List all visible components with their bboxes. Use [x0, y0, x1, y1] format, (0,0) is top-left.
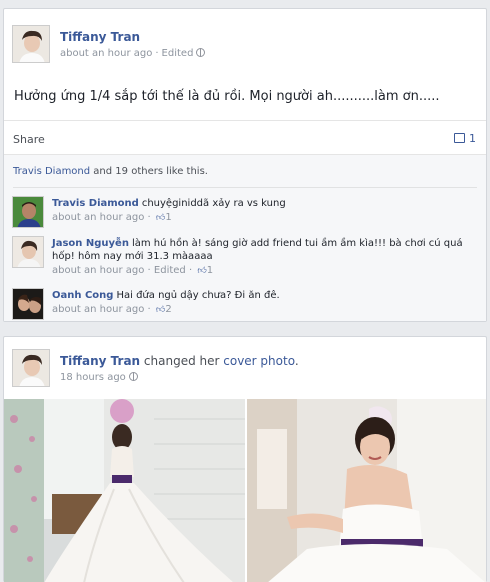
comment-body: Jason Nguyễn làm hú hồn à! sáng giờ add f… [52, 237, 478, 278]
thumbs-up-icon[interactable]: 👍︎ [197, 265, 206, 278]
activity-line: Tiffany Tran changed her cover photo. [60, 354, 299, 368]
comment-icon [454, 133, 465, 143]
comment-count-value: 1 [469, 132, 476, 145]
comment-body: Travis Diamond chuyệginiddã xảy ra vs kun… [52, 197, 478, 225]
edited-label[interactable]: Edited [162, 48, 194, 59]
edited-label[interactable]: Edited [154, 265, 186, 276]
comment-item: Jason Nguyễn làm hú hồn à! sáng giờ add f… [12, 236, 478, 282]
comment-meta: about an hour ago · 👍︎2 [52, 304, 172, 317]
feedback-section: Travis Diamond and 19 others like this. … [4, 154, 486, 321]
thumbs-up-icon[interactable]: 👍︎ [156, 304, 165, 317]
commenter-avatar[interactable] [12, 288, 44, 320]
commenter-name[interactable]: Jason Nguyễn [52, 238, 129, 249]
divider [13, 187, 477, 188]
commenter-avatar[interactable] [12, 236, 44, 268]
globe-icon[interactable] [128, 372, 138, 381]
comment-body: Oanh Cong Hai đứa ngủ dậy chưa? Đi ăn đê.… [52, 289, 478, 317]
commenter-avatar[interactable] [12, 196, 44, 228]
post-actions: Share 1 [4, 120, 486, 154]
comment-text: chuyệginiddã xảy ra vs kung [141, 198, 286, 209]
comment-like-count[interactable]: 2 [165, 304, 171, 315]
activity-period: . [294, 354, 299, 368]
comment-meta: about an hour ago · 👍︎1 [52, 212, 172, 225]
cover-photo-link[interactable]: cover photo [223, 354, 295, 368]
comment-like-count[interactable]: 1 [165, 212, 171, 223]
author-name[interactable]: Tiffany Tran [60, 30, 140, 44]
cover-photo-post: Tiffany Tran changed her cover photo. 18… [3, 336, 487, 582]
likes-count-text[interactable]: and 19 others like this. [90, 166, 208, 177]
likes-summary: Travis Diamond and 19 others like this. [13, 166, 208, 177]
author-avatar[interactable] [12, 349, 50, 387]
comment-item: Oanh Cong Hai đứa ngủ dậy chưa? Đi ăn đê.… [12, 288, 478, 322]
share-link[interactable]: Share [13, 133, 45, 146]
comment-meta: about an hour ago · Edited · 👍︎1 [52, 265, 214, 278]
author-name[interactable]: Tiffany Tran [60, 354, 140, 368]
cover-photos[interactable] [4, 399, 486, 582]
post-time[interactable]: 18 hours ago [60, 372, 126, 383]
cover-photo-right[interactable] [247, 399, 486, 582]
post-time[interactable]: about an hour ago [60, 48, 152, 59]
commenter-name[interactable]: Oanh Cong [52, 290, 113, 301]
post-meta: 18 hours ago [60, 372, 138, 383]
likes-name-link[interactable]: Travis Diamond [13, 166, 90, 177]
post-meta: about an hour ago · Edited [60, 48, 206, 59]
thumbs-up-icon[interactable]: 👍︎ [156, 212, 165, 225]
comment-count[interactable]: 1 [454, 132, 476, 145]
comment-text: Hai đứa ngủ dậy chưa? Đi ăn đê. [116, 290, 280, 301]
comment-time[interactable]: about an hour ago [52, 212, 144, 223]
commenter-name[interactable]: Travis Diamond [52, 198, 139, 209]
globe-icon[interactable] [196, 48, 206, 57]
cover-photo-left[interactable] [4, 399, 245, 582]
comment-item: Travis Diamond chuyệginiddã xảy ra vs kun… [12, 196, 478, 230]
comment-time[interactable]: about an hour ago [52, 265, 144, 276]
activity-text: changed her [140, 354, 224, 368]
status-text: Hưởng ứng 1/4 sắp tới thế là đủ rồi. Mọi… [14, 89, 440, 104]
author-avatar[interactable] [12, 25, 50, 63]
status-post: Tiffany Tran about an hour ago · Edited Hư… [3, 8, 487, 322]
comment-like-count[interactable]: 1 [207, 265, 213, 276]
comment-time[interactable]: about an hour ago [52, 304, 144, 315]
